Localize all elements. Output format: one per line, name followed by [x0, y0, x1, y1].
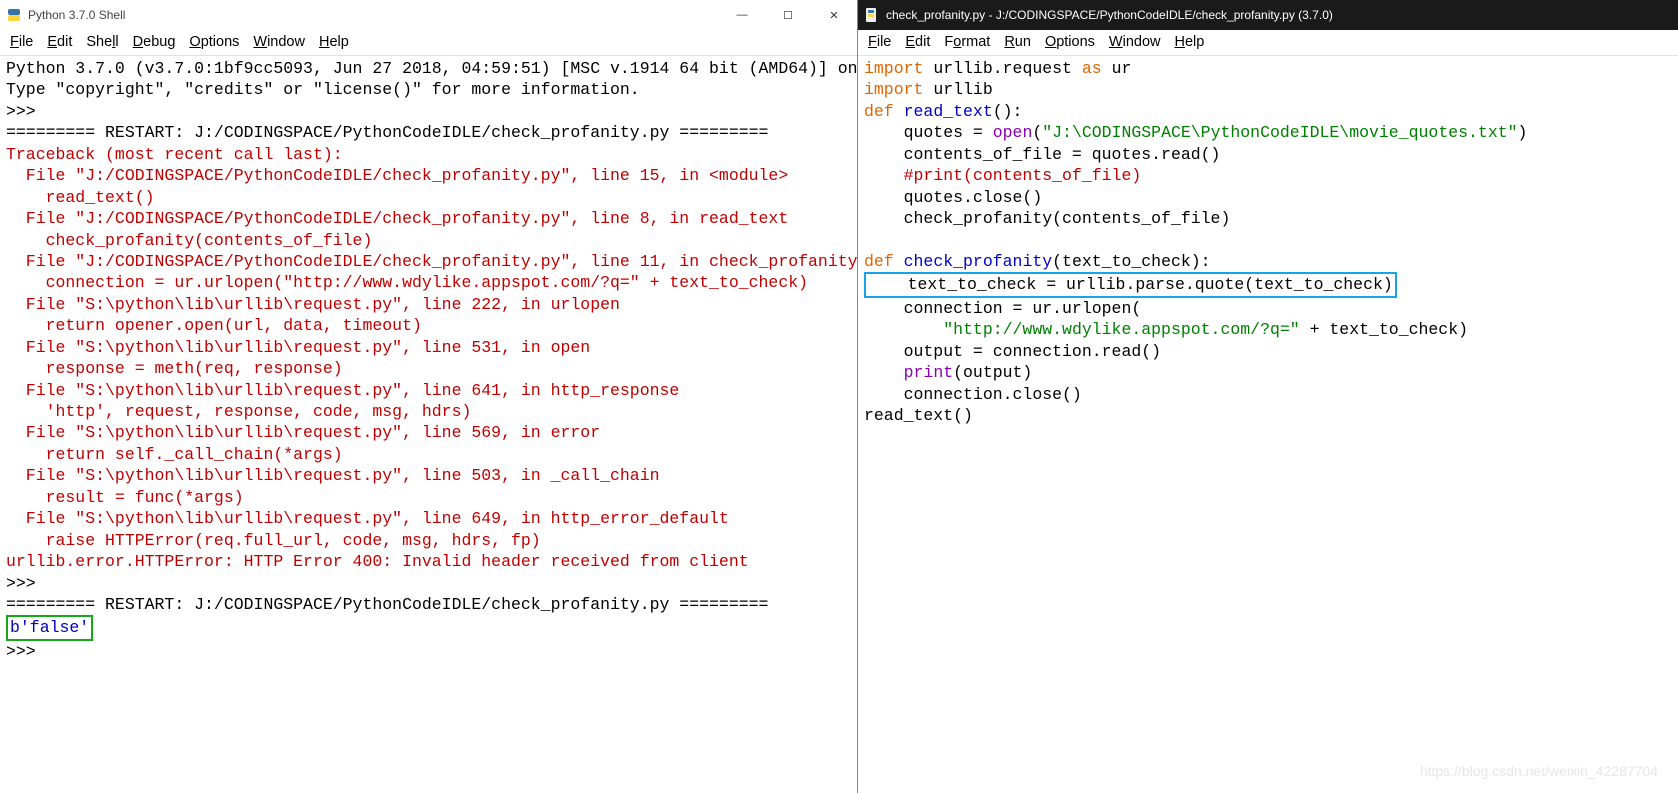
- python-icon: [6, 7, 22, 23]
- editor-menubar: File Edit Format Run Options Window Help: [858, 30, 1678, 56]
- tb-4b: return opener.open(url, data, timeout): [6, 316, 422, 335]
- menu-options[interactable]: Options: [189, 34, 239, 50]
- shell-header-1: Python 3.7.0 (v3.7.0:1bf9cc5093, Jun 27 …: [6, 59, 857, 78]
- tb-7b: return self._call_chain(*args): [6, 445, 343, 464]
- close-button[interactable]: ✕: [811, 0, 857, 30]
- code-text: [864, 363, 904, 382]
- tb-2a: File "J:/CODINGSPACE/PythonCodeIDLE/chec…: [6, 209, 788, 228]
- code-text: contents_of_file = quotes.read(): [864, 145, 1220, 164]
- shell-prompt: >>>: [6, 102, 46, 121]
- shell-prompt: >>>: [6, 642, 46, 661]
- shell-window: Python 3.7.0 Shell — ☐ ✕ File Edit Shell…: [0, 0, 858, 793]
- editor-titlebar[interactable]: check_profanity.py - J:/CODINGSPACE/Pyth…: [858, 0, 1678, 30]
- tb-5a: File "S:\python\lib\urllib\request.py", …: [6, 338, 590, 357]
- maximize-button[interactable]: ☐: [765, 0, 811, 30]
- code-text: quotes =: [864, 123, 993, 142]
- shell-title: Python 3.7.0 Shell: [28, 8, 719, 22]
- str-url: "http://www.wdylike.appspot.com/?q=": [943, 320, 1299, 339]
- minimize-button[interactable]: —: [719, 0, 765, 30]
- bi-print: print: [904, 363, 954, 382]
- code-text: connection.close(): [864, 385, 1082, 404]
- menu-edit[interactable]: Edit: [47, 34, 72, 50]
- comment: #print(contents_of_file): [864, 166, 1141, 185]
- menu-options[interactable]: Options: [1045, 34, 1095, 50]
- code-text: (: [1032, 123, 1042, 142]
- tb-6b: 'http', request, response, code, msg, hd…: [6, 402, 471, 421]
- code-text: quotes.close(): [864, 188, 1042, 207]
- code-text: output = connection.read(): [864, 342, 1161, 361]
- menu-window[interactable]: Window: [253, 34, 305, 50]
- menu-shell[interactable]: Shell: [86, 34, 118, 50]
- highlighted-line: text_to_check = urllib.parse.quote(text_…: [864, 272, 1397, 297]
- code-text: connection = ur.urlopen(: [864, 299, 1141, 318]
- menu-edit[interactable]: Edit: [905, 34, 930, 50]
- shell-output: b'false': [10, 618, 89, 637]
- kw-def: def: [864, 102, 894, 121]
- shell-titlebar[interactable]: Python 3.7.0 Shell — ☐ ✕: [0, 0, 857, 30]
- shell-content[interactable]: Python 3.7.0 (v3.7.0:1bf9cc5093, Jun 27 …: [0, 56, 857, 793]
- fn-check: check_profanity: [904, 252, 1053, 271]
- code-text: + text_to_check): [1300, 320, 1468, 339]
- kw-import: import: [864, 80, 923, 99]
- code-text: ): [1518, 123, 1528, 142]
- code-text: ():: [993, 102, 1023, 121]
- shell-prompt: >>>: [6, 574, 46, 593]
- code-text: [864, 320, 943, 339]
- python-file-icon: [864, 7, 880, 23]
- menu-run[interactable]: Run: [1004, 34, 1031, 50]
- code-text: ur: [1102, 59, 1132, 78]
- editor-title: check_profanity.py - J:/CODINGSPACE/Pyth…: [886, 8, 1678, 22]
- shell-menubar: File Edit Shell Debug Options Window Hel…: [0, 30, 857, 56]
- tb-3a: File "J:/CODINGSPACE/PythonCodeIDLE/chec…: [6, 252, 857, 271]
- tb-6a: File "S:\python\lib\urllib\request.py", …: [6, 381, 679, 400]
- menu-file[interactable]: File: [10, 34, 33, 50]
- restart-line-2: ========= RESTART: J:/CODINGSPACE/Python…: [6, 595, 768, 614]
- code-text: urllib.request: [923, 59, 1081, 78]
- menu-help[interactable]: Help: [1175, 34, 1205, 50]
- kw-import: import: [864, 59, 923, 78]
- code-text: urllib: [923, 80, 992, 99]
- kw-as: as: [1082, 59, 1102, 78]
- code-text: check_profanity(contents_of_file): [864, 209, 1230, 228]
- menu-format[interactable]: Format: [944, 34, 990, 50]
- menu-window[interactable]: Window: [1109, 34, 1161, 50]
- code-text: read_text(): [864, 406, 973, 425]
- menu-file[interactable]: File: [868, 34, 891, 50]
- code-text: (text_to_check):: [1052, 252, 1210, 271]
- code-text: text_to_check = urllib.parse.quote(text_…: [868, 275, 1393, 294]
- fn-read: read_text: [904, 102, 993, 121]
- tb-4a: File "S:\python\lib\urllib\request.py", …: [6, 295, 620, 314]
- editor-content[interactable]: import urllib.request as ur import urlli…: [858, 56, 1678, 793]
- restart-line: ========= RESTART: J:/CODINGSPACE/Python…: [6, 123, 768, 142]
- str-path: "J:\CODINGSPACE\PythonCodeIDLE\movie_quo…: [1042, 123, 1517, 142]
- editor-window: check_profanity.py - J:/CODINGSPACE/Pyth…: [858, 0, 1678, 793]
- tb-7a: File "S:\python\lib\urllib\request.py", …: [6, 423, 600, 442]
- tb-tail: urllib.error.HTTPError: HTTP Error 400: …: [6, 552, 749, 571]
- shell-header-2: Type "copyright", "credits" or "license(…: [6, 80, 640, 99]
- tb-8b: result = func(*args): [6, 488, 244, 507]
- tb-1b: read_text(): [6, 188, 155, 207]
- tb-2b: check_profanity(contents_of_file): [6, 231, 372, 250]
- window-controls: — ☐ ✕: [719, 0, 857, 30]
- menu-help[interactable]: Help: [319, 34, 349, 50]
- menu-debug[interactable]: Debug: [133, 34, 176, 50]
- code-text: (output): [953, 363, 1032, 382]
- tb-5b: response = meth(req, response): [6, 359, 343, 378]
- tb-8a: File "S:\python\lib\urllib\request.py", …: [6, 466, 660, 485]
- kw-def: def: [864, 252, 894, 271]
- tb-1a: File "J:/CODINGSPACE/PythonCodeIDLE/chec…: [6, 166, 788, 185]
- tb-3b: connection = ur.urlopen("http://www.wdyl…: [6, 273, 808, 292]
- tb-9a: File "S:\python\lib\urllib\request.py", …: [6, 509, 729, 528]
- bi-open: open: [993, 123, 1033, 142]
- traceback-head: Traceback (most recent call last):: [6, 145, 343, 164]
- tb-9b: raise HTTPError(req.full_url, code, msg,…: [6, 531, 541, 550]
